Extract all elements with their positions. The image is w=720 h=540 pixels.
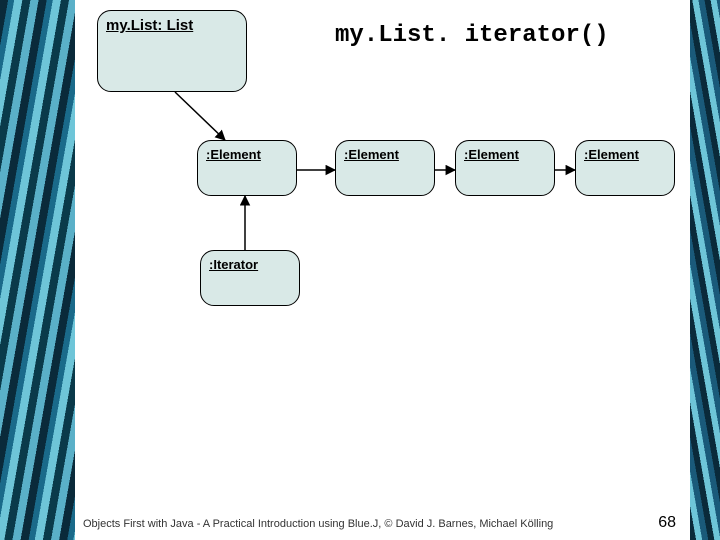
node-element-4: :Element — [575, 140, 675, 196]
node-element-2: :Element — [335, 140, 435, 196]
decorative-feather-right — [690, 0, 720, 540]
node-element-3-label: :Element — [464, 147, 519, 162]
decorative-feather-left — [0, 0, 75, 540]
slide-canvas: my.List. iterator() my.List: List :Eleme… — [75, 0, 690, 540]
node-element-4-label: :Element — [584, 147, 639, 162]
page-number: 68 — [658, 514, 676, 532]
node-list: my.List: List — [97, 10, 247, 92]
node-iterator-label: :Iterator — [209, 257, 258, 272]
node-list-label: my.List: List — [106, 17, 193, 34]
node-iterator: :Iterator — [200, 250, 300, 306]
node-element-1: :Element — [197, 140, 297, 196]
footer-text: Objects First with Java - A Practical In… — [83, 518, 553, 530]
node-element-2-label: :Element — [344, 147, 399, 162]
node-element-1-label: :Element — [206, 147, 261, 162]
node-element-3: :Element — [455, 140, 555, 196]
slide-title: my.List. iterator() — [335, 22, 609, 49]
